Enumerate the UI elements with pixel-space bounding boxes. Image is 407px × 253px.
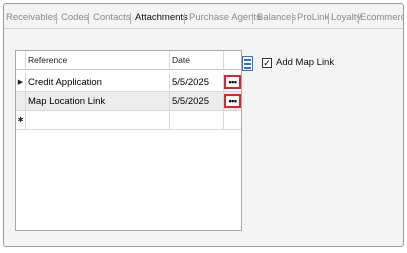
add-map-link-label: Add Map Link [276, 57, 335, 68]
menu-icon [244, 58, 251, 61]
tab-separator [56, 13, 57, 24]
add-map-link-checkbox[interactable]: ✓ [262, 58, 272, 68]
open-attachment-button[interactable]: ••• [224, 94, 241, 108]
tab-separator [130, 13, 131, 24]
reference-cell[interactable]: Map Location Link [26, 92, 170, 110]
tab-balances[interactable]: Balances [257, 10, 296, 26]
column-header-reference[interactable]: Reference [26, 51, 170, 69]
column-header-action [224, 51, 241, 69]
current-row-indicator-icon: ▶ [16, 73, 26, 91]
tab-separator [328, 13, 329, 24]
action-cell [224, 111, 241, 129]
date-cell[interactable]: 5/5/2025 [170, 73, 224, 91]
row-selector-header [16, 51, 26, 69]
tab-contacts[interactable]: Contacts [93, 10, 131, 26]
date-cell[interactable] [170, 111, 224, 129]
tab-receivables[interactable]: Receivables [6, 10, 58, 26]
tab-separator [252, 13, 253, 24]
table-row[interactable]: Map Location Link 5/5/2025 ••• [16, 92, 241, 111]
column-header-date[interactable]: Date [170, 51, 224, 69]
new-row[interactable]: ✱ [16, 111, 241, 130]
tab-separator [88, 13, 89, 24]
new-row-icon: ✱ [16, 111, 26, 129]
table-row[interactable]: ▶ Credit Application 5/5/2025 ••• [16, 73, 241, 92]
tab-separator [292, 13, 293, 24]
reference-cell[interactable]: Credit Application [26, 73, 170, 91]
action-cell: ••• [224, 92, 241, 110]
tab-prolink[interactable]: ProLink [297, 10, 329, 26]
tab-codes[interactable]: Codes [61, 10, 88, 26]
tab-separator [184, 13, 185, 24]
tab-attachments[interactable]: Attachments [135, 10, 188, 26]
attachments-grid: Reference Date ▶ Credit Application 5/5/… [15, 50, 242, 231]
reference-cell[interactable] [26, 111, 170, 129]
attachments-panel: Receivables Codes Contacts Attachments P… [3, 3, 404, 247]
row-indicator [16, 92, 26, 110]
grid-header-row: Reference Date [16, 51, 241, 70]
tab-divider [4, 28, 403, 29]
tab-strip: Receivables Codes Contacts Attachments P… [4, 10, 403, 26]
tab-purchase-agents[interactable]: Purchase Agents [189, 10, 261, 26]
tab-separator [358, 13, 359, 24]
open-attachment-button[interactable]: ••• [224, 75, 241, 89]
grid-menu-button[interactable] [242, 56, 253, 71]
action-cell: ••• [224, 73, 241, 91]
tab-loyalty[interactable]: Loyalty [331, 10, 361, 26]
date-cell[interactable]: 5/5/2025 [170, 92, 224, 110]
tab-ecommerce[interactable]: Ecommerce [360, 10, 403, 26]
